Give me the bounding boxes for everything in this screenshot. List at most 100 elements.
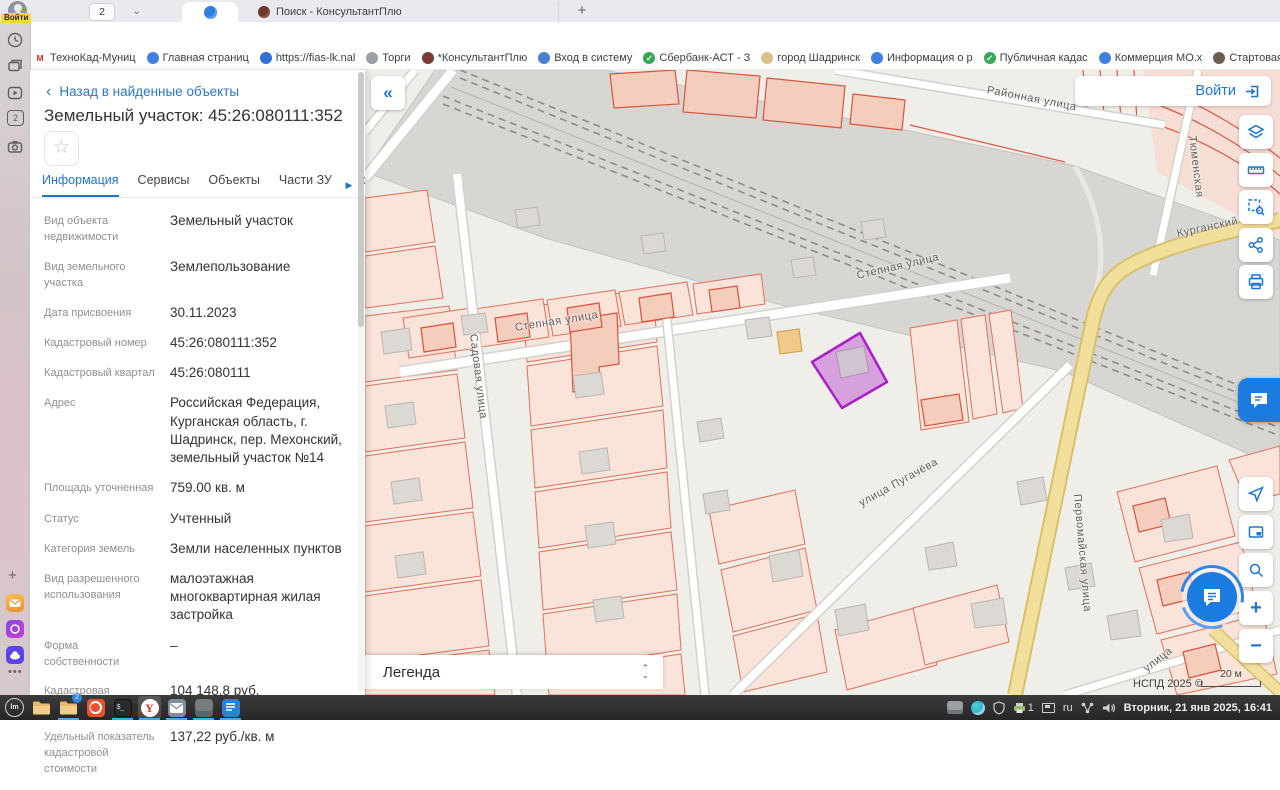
field-row: Вид объекта недвижимостиЗемельный участо… xyxy=(44,212,344,246)
docs-app-icon xyxy=(222,699,240,717)
tabs-scroll-arrow[interactable]: ▶ xyxy=(339,175,359,195)
back-link-label: Назад в найденные объекты xyxy=(59,84,239,99)
map-login-bar[interactable]: Войти xyxy=(1075,76,1271,106)
system-tray: 1 ru Вторник, 21 янв 2025, 16:41 xyxy=(947,701,1280,715)
bookmark-item[interactable]: Главная страниц xyxy=(147,52,249,64)
panel-scrollbar[interactable] xyxy=(358,72,364,692)
windows-icon[interactable] xyxy=(6,57,24,75)
bookmark-item[interactable]: Коммерция МО.х xyxy=(1099,52,1203,64)
bookmark-favicon xyxy=(260,52,272,64)
bookmark-favicon xyxy=(1099,52,1111,64)
history-clock-icon[interactable] xyxy=(6,31,24,49)
tab-Сервисы[interactable]: Сервисы xyxy=(138,173,190,197)
video-play-icon[interactable] xyxy=(6,84,24,102)
printer-tray-icon[interactable]: 1 xyxy=(1013,702,1034,714)
network-icon[interactable] xyxy=(1081,702,1094,714)
bookmark-favicon xyxy=(422,52,434,64)
clock-datetime[interactable]: Вторник, 21 янв 2025, 16:41 xyxy=(1124,702,1272,714)
volume-icon[interactable] xyxy=(1102,702,1116,714)
assistant-chat-button[interactable] xyxy=(1238,378,1280,422)
folder-window-button[interactable]: 2 xyxy=(57,696,80,719)
tray-teal-icon[interactable] xyxy=(971,701,985,715)
tab-active-nspd[interactable] xyxy=(182,2,238,22)
profile-login-badge[interactable]: Войти xyxy=(1,13,31,23)
bookmark-item[interactable]: ✓ Сбербанк-АСТ - З xyxy=(643,52,750,64)
area-search-button[interactable] xyxy=(1239,190,1273,224)
yandex-browser-icon: Y xyxy=(141,699,159,717)
bookmark-item[interactable]: Вход в систему xyxy=(538,52,632,64)
keyboard-layout[interactable]: ru xyxy=(1063,702,1073,714)
bookmark-item[interactable]: город Шадринск xyxy=(761,52,860,64)
share-button[interactable] xyxy=(1239,228,1273,262)
tab-count-button[interactable]: 2 xyxy=(89,3,115,21)
field-label: Кадастровый квартал xyxy=(44,364,156,382)
rail-more-icon[interactable]: ••• xyxy=(8,666,23,678)
tab-Информация[interactable]: Информация xyxy=(42,173,119,197)
selected-parcel-building xyxy=(836,346,869,378)
address-bar: ← ⟳ nspd.gov.ru НСПД | Геоинформационный… xyxy=(0,22,1280,46)
map-base-layer xyxy=(365,70,1280,695)
map-canvas[interactable]: Степная улицаСтепная улицаСадовая улицау… xyxy=(365,70,1280,695)
legend-expand-icon[interactable]: ⌃⌄ xyxy=(641,665,649,679)
tab-Объекты[interactable]: Объекты xyxy=(208,173,260,197)
start-menu-button[interactable]: lm xyxy=(3,696,26,719)
battery-icon[interactable] xyxy=(1042,703,1055,713)
new-tab-button[interactable]: + xyxy=(572,0,592,22)
chat-fab-button[interactable] xyxy=(1187,572,1237,622)
search-extent-button[interactable] xyxy=(1239,553,1273,587)
layers-button[interactable] xyxy=(1239,115,1273,149)
field-value: 30.11.2023 xyxy=(170,304,344,322)
scale-bar: 20 м xyxy=(1201,668,1261,687)
cloud-app-icon[interactable] xyxy=(6,646,24,664)
measure-ruler-button[interactable] xyxy=(1239,153,1273,187)
files-app-button[interactable] xyxy=(30,696,53,719)
scrollbar-thumb[interactable] xyxy=(358,72,364,327)
tab-groups-badge[interactable]: 2 xyxy=(7,110,24,126)
camera-app-icon[interactable] xyxy=(6,620,24,638)
field-row: Форма собственности– xyxy=(44,637,344,671)
legend-bar[interactable]: Легенда ⌃⌄ xyxy=(365,655,663,689)
bookmark-item[interactable]: МТехноКад-Муниц xyxy=(34,52,136,64)
bookmark-label: Публичная кадас xyxy=(1000,52,1088,64)
print-button[interactable] xyxy=(1239,265,1273,299)
favorite-star-button[interactable]: ☆ xyxy=(44,131,79,166)
map-attribution: НСПД 2025 © xyxy=(1133,678,1203,690)
mail-app-icon[interactable] xyxy=(6,594,24,612)
bookmark-item[interactable]: Стартовая стран xyxy=(1213,52,1280,64)
shield-icon[interactable] xyxy=(993,701,1005,715)
bookmark-item[interactable]: *КонсультантПлю xyxy=(422,52,528,64)
rail-add-icon[interactable]: + xyxy=(8,567,17,584)
bookmark-item[interactable]: Информация о р xyxy=(871,52,973,64)
back-to-results-link[interactable]: ‹ Назад в найденные объекты xyxy=(46,84,239,99)
field-row: Кадастровый номер45:26:080111:352 xyxy=(44,334,344,352)
field-value: Учтенный xyxy=(170,510,344,528)
bookmark-item[interactable]: ✓Публичная кадас xyxy=(984,52,1088,64)
minimap-button[interactable] xyxy=(1239,515,1273,549)
yandex-browser-button[interactable]: Y xyxy=(138,696,161,719)
my-location-button[interactable] xyxy=(1239,477,1273,511)
panel-collapse-button[interactable]: « xyxy=(371,76,405,110)
bookmark-item[interactable]: Торги xyxy=(366,52,410,64)
screenshot-camera-icon[interactable] xyxy=(6,138,24,156)
field-row: Удельный показатель кадастровой стоимост… xyxy=(44,728,344,778)
os-taskbar: lm 2 $_ Y xyxy=(0,695,1280,720)
orange-app-button[interactable] xyxy=(84,696,107,719)
bookmark-label: Сбербанк-АСТ - З xyxy=(659,52,750,64)
nspd-favicon xyxy=(204,6,217,19)
gray-app-button[interactable] xyxy=(192,696,215,719)
bookmark-favicon xyxy=(871,52,883,64)
field-label: Статус xyxy=(44,510,156,528)
mail-client-button[interactable] xyxy=(165,696,188,719)
scale-label: 20 м xyxy=(1220,668,1242,680)
tab-consultant[interactable]: Поиск - КонсультантПлю xyxy=(248,2,559,22)
bookmark-favicon: ✓ xyxy=(643,52,655,64)
field-value: – xyxy=(170,637,344,671)
docs-app-button[interactable] xyxy=(219,696,242,719)
bookmark-item[interactable]: https://fias-lk.nal xyxy=(260,52,355,64)
tray-app-icon[interactable] xyxy=(947,701,963,714)
field-label: Удельный показатель кадастровой стоимост… xyxy=(44,728,156,778)
tab-list-chevron-icon[interactable]: ⌄ xyxy=(132,4,141,17)
terminal-app-button[interactable]: $_ xyxy=(111,696,134,719)
zoom-out-button[interactable]: − xyxy=(1239,629,1273,663)
tab-Части ЗУ[interactable]: Части ЗУ xyxy=(279,173,332,197)
